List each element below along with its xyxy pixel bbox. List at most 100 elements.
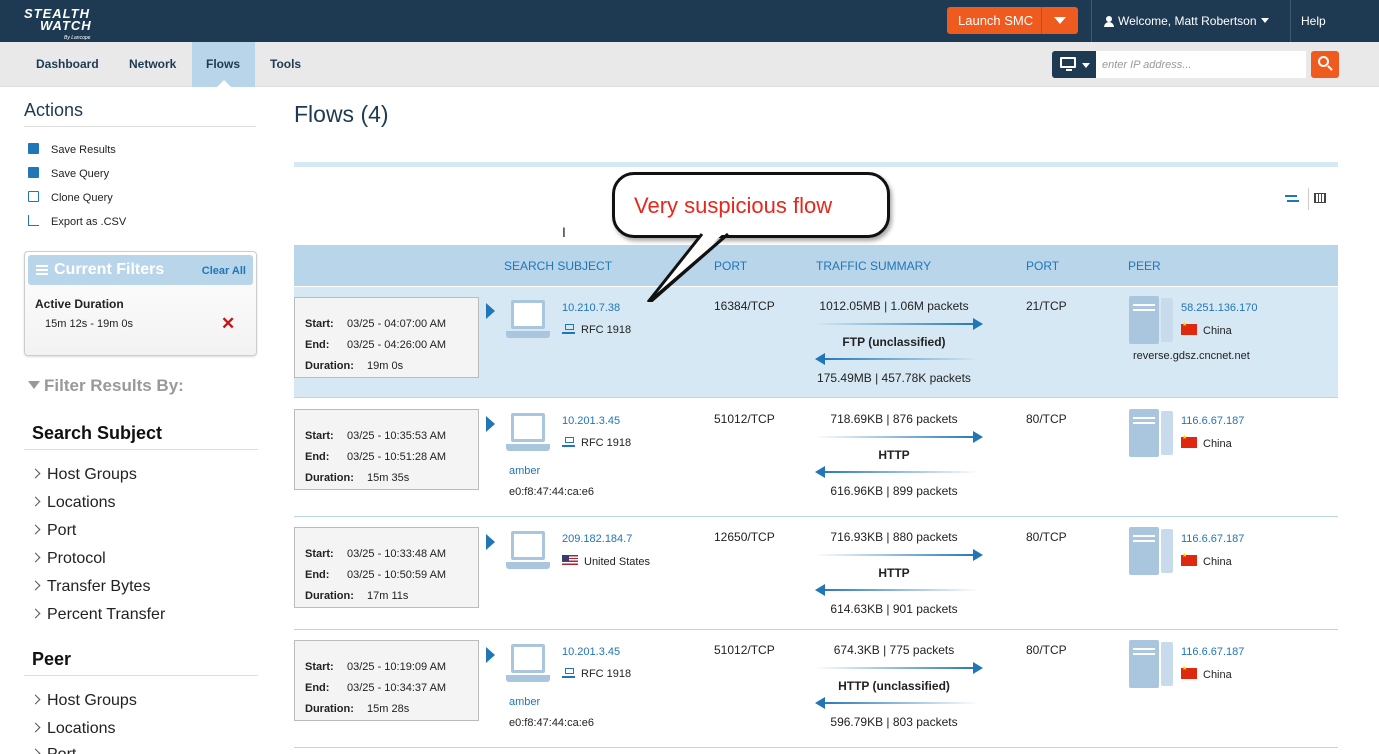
- expand-arrow-icon[interactable]: [486, 416, 495, 432]
- tab-dashboard[interactable]: Dashboard: [24, 42, 112, 87]
- actions-heading: Actions: [24, 100, 84, 120]
- current-filters-title: Current Filters: [54, 261, 165, 278]
- subject-mac: e0:f8:47:44:ca:e6: [509, 717, 595, 729]
- end-label: End:: [305, 569, 330, 581]
- bytes-sent: 674.3KB | 775 packets: [833, 643, 955, 657]
- bytes-received: 596.79KB | 803 packets: [830, 715, 958, 729]
- clear-all-button[interactable]: Clear All: [202, 265, 246, 277]
- flow-time-box: Start: 03/25 - 04:07:00 AM End: 03/25 - 04:…: [294, 297, 479, 378]
- launch-smc-button[interactable]: Launch SMC: [947, 7, 1078, 34]
- expand-arrow-icon[interactable]: [486, 647, 495, 663]
- tab-flows[interactable]: Flows: [192, 42, 255, 87]
- swap-view-icon[interactable]: [1285, 194, 1299, 204]
- server-front: [1129, 527, 1159, 575]
- help-link[interactable]: Help: [1301, 14, 1326, 28]
- network-icon: [562, 437, 575, 447]
- subject-ip-link[interactable]: 10.201.3.45: [562, 415, 620, 427]
- stealthwatch-logo[interactable]: STEALTH WATCH By Lancope: [24, 7, 92, 41]
- expand-arrow-icon[interactable]: [486, 534, 495, 550]
- device-selector[interactable]: [1052, 51, 1096, 78]
- arrow-left-icon: [815, 584, 979, 596]
- start-value: 03/25 - 10:19:09 AM: [347, 661, 447, 673]
- peer-hostname: reverse.gdsz.cncnet.net: [1133, 350, 1250, 362]
- ip-search-input[interactable]: [1096, 51, 1306, 78]
- subject-ip-link[interactable]: 209.182.184.7: [562, 533, 632, 545]
- action-label: Save Results: [51, 144, 116, 156]
- subject-location: RFC 1918: [562, 667, 631, 680]
- chevron-right-icon: [30, 524, 41, 535]
- filter-subject-port[interactable]: Port: [30, 522, 76, 540]
- end-label: End:: [305, 682, 330, 694]
- arrow-right-icon: [814, 431, 983, 443]
- filter-peer-locations[interactable]: Locations: [30, 720, 116, 738]
- flow-row[interactable]: Start: 03/25 - 10:35:53 AM End: 03/25 - 10:…: [294, 400, 1338, 517]
- server-side: [1161, 411, 1173, 455]
- subject-location-label: RFC 1918: [581, 668, 632, 680]
- flag-cn-icon: [1181, 321, 1197, 335]
- flow-row[interactable]: Start: 03/25 - 04:07:00 AM End: 03/25 - 04:…: [294, 287, 1338, 398]
- start-label: Start:: [305, 318, 334, 330]
- flag-cn-icon: [1181, 434, 1197, 448]
- peer-ip-link[interactable]: 116.6.67.187: [1181, 646, 1244, 658]
- filter-label: Host Groups: [47, 466, 137, 483]
- subject-port: 51012/TCP: [714, 412, 775, 426]
- end-label: End:: [305, 451, 330, 463]
- arrow-left-icon: [815, 466, 979, 478]
- expand-arrow-icon[interactable]: [486, 303, 495, 319]
- subject-ip-link[interactable]: 10.201.3.45: [562, 646, 620, 658]
- subject-host-link[interactable]: amber: [509, 696, 540, 708]
- subject-host-link[interactable]: amber: [509, 465, 540, 477]
- peer-country: China: [1181, 321, 1232, 337]
- subject-port: 51012/TCP: [714, 643, 775, 657]
- flow-row[interactable]: Start: 03/25 - 10:33:48 AM End: 03/25 - 10:…: [294, 518, 1338, 630]
- subject-ip-link[interactable]: 10.210.7.38: [562, 302, 620, 314]
- arrow-right-icon: [814, 549, 983, 561]
- export-csv-action[interactable]: Export as .CSV: [28, 214, 126, 228]
- peer-ip-link[interactable]: 58.251.136.170: [1181, 302, 1257, 314]
- filter-peer-port[interactable]: Port: [30, 746, 76, 754]
- welcome-label: Welcome, Matt Robertson: [1118, 14, 1257, 28]
- chevron-right-icon: [30, 694, 41, 705]
- callout-text: Very suspicious flow: [634, 193, 833, 218]
- peer-country: China: [1181, 665, 1232, 681]
- server-side: [1161, 642, 1173, 686]
- table-view-icon[interactable]: [1314, 193, 1326, 203]
- peer-port: 21/TCP: [1026, 299, 1067, 313]
- filter-peer-host-groups[interactable]: Host Groups: [30, 692, 137, 710]
- chevron-down-icon[interactable]: [1054, 17, 1066, 24]
- save-query-action[interactable]: Save Query: [28, 166, 109, 180]
- col-peer-port[interactable]: PORT: [1026, 259, 1059, 273]
- clone-query-action[interactable]: Clone Query: [28, 190, 113, 204]
- end-value: 03/25 - 10:51:28 AM: [347, 451, 447, 463]
- flow-row[interactable]: Start: 03/25 - 10:19:09 AM End: 03/25 - 10:…: [294, 631, 1338, 748]
- save-results-action[interactable]: Save Results: [28, 142, 116, 156]
- filter-subject-host-groups[interactable]: Host Groups: [30, 466, 137, 484]
- tab-tools[interactable]: Tools: [258, 42, 314, 87]
- row-divider: [294, 516, 1338, 517]
- flow-duration: Duration: 15m 28s: [305, 703, 409, 715]
- filter-subject-percent-transfer[interactable]: Percent Transfer: [30, 606, 165, 624]
- filter-subject-protocol[interactable]: Protocol: [30, 550, 106, 568]
- laptop-base: [506, 331, 550, 338]
- search-button[interactable]: [1311, 51, 1339, 78]
- remove-filter-icon[interactable]: ✕: [221, 314, 235, 334]
- user-menu[interactable]: Welcome, Matt Robertson: [1104, 14, 1269, 28]
- peer-ip-link[interactable]: 116.6.67.187: [1181, 533, 1244, 545]
- peer-ip-link[interactable]: 116.6.67.187: [1181, 415, 1244, 427]
- laptop-icon: [506, 300, 550, 342]
- filter-subject-transfer-bytes[interactable]: Transfer Bytes: [30, 578, 150, 596]
- duration-value: 15m 35s: [367, 472, 410, 484]
- filter-label: Protocol: [47, 550, 106, 567]
- duration-label: Duration:: [305, 590, 354, 602]
- protocol-label: HTTP: [878, 448, 910, 462]
- col-peer[interactable]: PEER: [1128, 259, 1161, 273]
- peer-heading: Peer: [32, 649, 72, 669]
- start-value: 03/25 - 10:35:53 AM: [347, 430, 447, 442]
- swap-line: [1287, 200, 1299, 202]
- tab-network[interactable]: Network: [117, 42, 189, 87]
- bytes-sent: 716.93KB | 880 packets: [830, 530, 958, 544]
- col-search-subject[interactable]: SEARCH SUBJECT: [504, 259, 612, 273]
- filter-subject-locations[interactable]: Locations: [30, 494, 116, 512]
- swap-line: [1285, 195, 1297, 197]
- duration-label: Duration:: [305, 472, 354, 484]
